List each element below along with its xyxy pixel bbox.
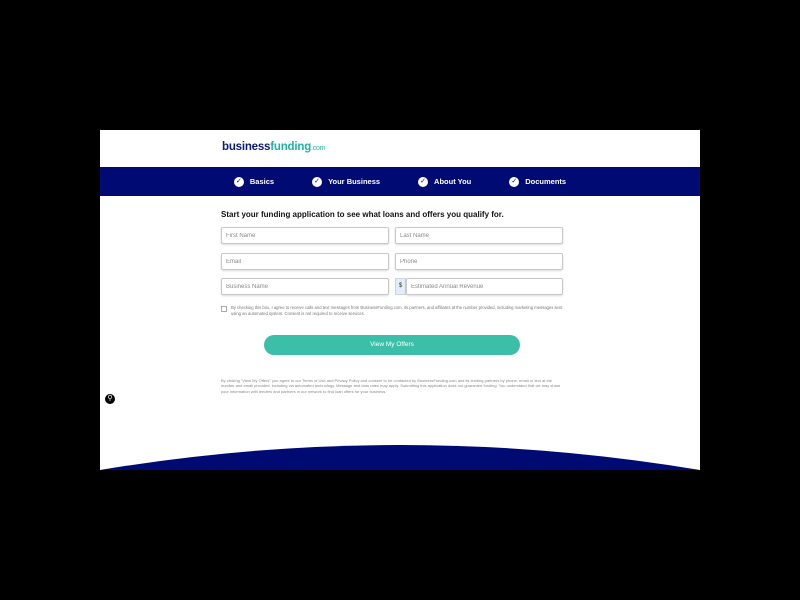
accessibility-icon[interactable]: ⚲ — [104, 393, 116, 405]
screen: businessfunding.com ✓ Basics ✓ Your Busi… — [0, 0, 800, 600]
footer-wave-shape — [100, 445, 700, 470]
footer-wave — [100, 445, 700, 470]
page: businessfunding.com ✓ Basics ✓ Your Busi… — [100, 130, 700, 470]
